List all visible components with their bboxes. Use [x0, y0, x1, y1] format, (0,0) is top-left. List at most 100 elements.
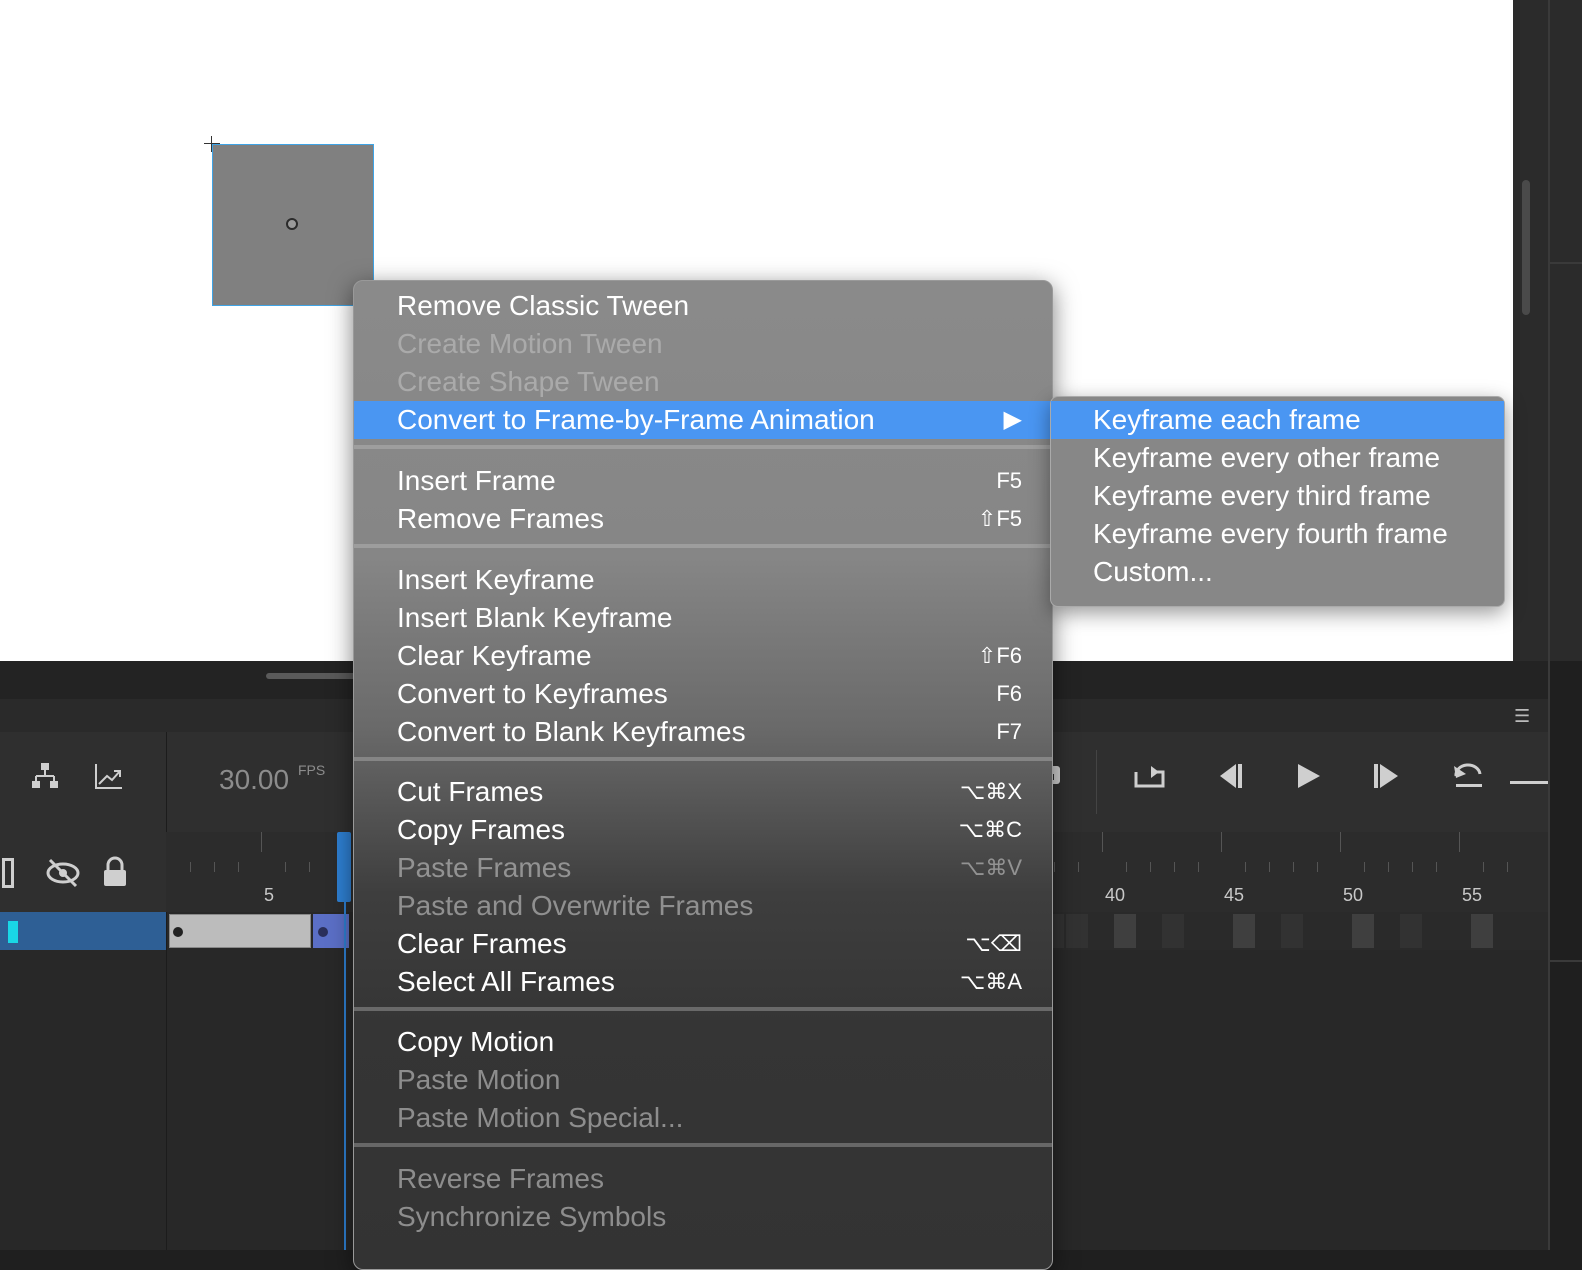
- eye-hidden-icon[interactable]: [46, 858, 80, 893]
- menu-item-clear-frames[interactable]: Clear Frames ⌥⌫: [354, 925, 1052, 963]
- classic-tween-span[interactable]: [169, 914, 311, 948]
- keyframe-dot[interactable]: [173, 927, 183, 937]
- undo-loop-icon[interactable]: [1452, 762, 1486, 795]
- frame-cell[interactable]: [1066, 914, 1088, 948]
- loop-icon[interactable]: [1133, 762, 1167, 795]
- ruler-tick: [1126, 862, 1127, 872]
- column-divider: [166, 732, 167, 832]
- menu-separator: [354, 445, 1052, 449]
- outline-icon[interactable]: [2, 858, 14, 888]
- menu-item-convert-frame-by-frame[interactable]: Convert to Frame-by-Frame Animation ▶: [354, 401, 1052, 439]
- frame-cell[interactable]: [1400, 914, 1422, 948]
- menu-item-copy-motion[interactable]: Copy Motion: [354, 1023, 1052, 1061]
- crosshair-icon: [204, 143, 220, 144]
- menu-separator: [354, 544, 1052, 548]
- ruler-tick: [1245, 862, 1246, 872]
- submenu-arrow-icon: ▶: [1003, 406, 1022, 433]
- fps-label: FPS: [298, 762, 326, 778]
- frame-cell[interactable]: [1352, 914, 1374, 948]
- frame-number: 5: [264, 885, 275, 905]
- submenu-item-keyframe-every-fourth[interactable]: Keyframe every fourth frame: [1051, 515, 1504, 553]
- frame-cell[interactable]: [1233, 914, 1255, 948]
- menu-item-paste-overwrite-frames: Paste and Overwrite Frames: [397, 890, 754, 921]
- menu-separator: [354, 757, 1052, 761]
- layer-color-marker: [8, 921, 18, 943]
- ruler-tick: [1102, 832, 1103, 852]
- menu-item-paste-frames: Paste Frames ⌥⌘V: [397, 852, 1022, 883]
- menu-item-cut-frames[interactable]: Cut Frames ⌥⌘X: [354, 773, 1052, 811]
- step-forward-icon[interactable]: [1372, 762, 1402, 795]
- toolbar-divider: [1096, 750, 1097, 814]
- menu-item-create-motion-tween: Create Motion Tween: [397, 328, 663, 359]
- panel-resize-grip[interactable]: [266, 673, 356, 679]
- menu-separator: [354, 1007, 1052, 1011]
- ruler-tick: [309, 862, 310, 872]
- layer-row[interactable]: [0, 912, 166, 950]
- panel-divider: [1548, 0, 1550, 1250]
- ruler-tick: [1388, 862, 1389, 872]
- submenu-item-keyframe-each[interactable]: Keyframe each frame: [1051, 401, 1504, 439]
- menu-item-convert-to-blank-keyframes[interactable]: Convert to Blank Keyframes F7: [354, 713, 1052, 751]
- menu-item-remove-classic-tween[interactable]: Remove Classic Tween: [354, 287, 1052, 325]
- menu-item-clear-keyframe[interactable]: Clear Keyframe ⇧F6: [354, 637, 1052, 675]
- menu-item-insert-keyframe[interactable]: Insert Keyframe: [354, 561, 1052, 599]
- menu-item-insert-frame[interactable]: Insert Frame F5: [354, 462, 1052, 500]
- ruler-tick: [1412, 862, 1413, 872]
- frame-number: 55: [1462, 885, 1483, 905]
- menu-item-copy-frames[interactable]: Copy Frames ⌥⌘C: [354, 811, 1052, 849]
- ruler-tick: [238, 862, 239, 872]
- menu-separator: [354, 1143, 1052, 1147]
- ruler-tick: [1507, 862, 1508, 872]
- step-back-icon[interactable]: [1214, 762, 1244, 795]
- frame-number: 50: [1343, 885, 1364, 905]
- registration-point-icon: [286, 218, 298, 230]
- frame-cell[interactable]: [1281, 914, 1303, 948]
- stage-scrollbar[interactable]: [1522, 180, 1530, 315]
- ruler-tick: [1078, 862, 1079, 872]
- ruler-tick: [1054, 862, 1055, 872]
- menu-item-insert-blank-keyframe[interactable]: Insert Blank Keyframe: [354, 599, 1052, 637]
- frame-number: 45: [1224, 885, 1245, 905]
- keyframe-dot[interactable]: [318, 927, 328, 937]
- frame-cell[interactable]: [1471, 914, 1493, 948]
- crosshair-icon: [211, 136, 212, 152]
- ruler-tick: [1198, 862, 1199, 872]
- ruler-tick: [190, 862, 191, 872]
- frame-cell[interactable]: [1114, 914, 1136, 948]
- ruler-tick: [1364, 862, 1365, 872]
- ruler-tick: [1293, 862, 1294, 872]
- menu-item-remove-frames[interactable]: Remove Frames ⇧F5: [354, 500, 1052, 538]
- frame-number: 40: [1105, 885, 1126, 905]
- ruler-tick: [1221, 832, 1222, 852]
- ruler-tick: [1174, 862, 1175, 872]
- panel-divider: [1548, 262, 1582, 264]
- graph-icon[interactable]: [94, 762, 124, 795]
- ruler-tick: [261, 832, 262, 852]
- submenu-item-keyframe-every-third[interactable]: Keyframe every third frame: [1051, 477, 1504, 515]
- ruler-tick: [1317, 862, 1318, 872]
- menu-icon[interactable]: ☰: [1514, 706, 1530, 727]
- menu-item-convert-to-keyframes[interactable]: Convert to Keyframes F6: [354, 675, 1052, 713]
- ruler-tick: [1269, 862, 1270, 872]
- menu-item-paste-motion-special: Paste Motion Special...: [397, 1102, 684, 1133]
- submenu-item-keyframe-every-other[interactable]: Keyframe every other frame: [1051, 439, 1504, 477]
- fps-value[interactable]: 30.00: [219, 764, 289, 796]
- context-menu: Remove Classic Tween Create Motion Tween…: [353, 280, 1053, 1270]
- submenu-item-custom[interactable]: Custom...: [1051, 553, 1504, 591]
- playhead[interactable]: [344, 832, 346, 1250]
- lock-icon[interactable]: [102, 856, 128, 893]
- frame-cell[interactable]: [1162, 914, 1184, 948]
- ruler-tick: [214, 862, 215, 872]
- layer-header: [0, 832, 166, 912]
- menu-item-synchronize-symbols: Synchronize Symbols: [397, 1201, 667, 1232]
- ruler-tick: [1483, 862, 1484, 872]
- menu-item-reverse-frames: Reverse Frames: [397, 1163, 604, 1194]
- panel-divider: [1548, 960, 1582, 962]
- play-icon[interactable]: [1294, 762, 1324, 795]
- menu-item-paste-motion: Paste Motion: [397, 1064, 561, 1095]
- menu-item-create-shape-tween: Create Shape Tween: [397, 366, 660, 397]
- ruler-tick: [285, 862, 286, 872]
- menu-item-select-all-frames[interactable]: Select All Frames ⌥⌘A: [354, 963, 1052, 1001]
- parent-layer-icon[interactable]: [30, 762, 60, 795]
- zoom-slider[interactable]: [1510, 781, 1548, 784]
